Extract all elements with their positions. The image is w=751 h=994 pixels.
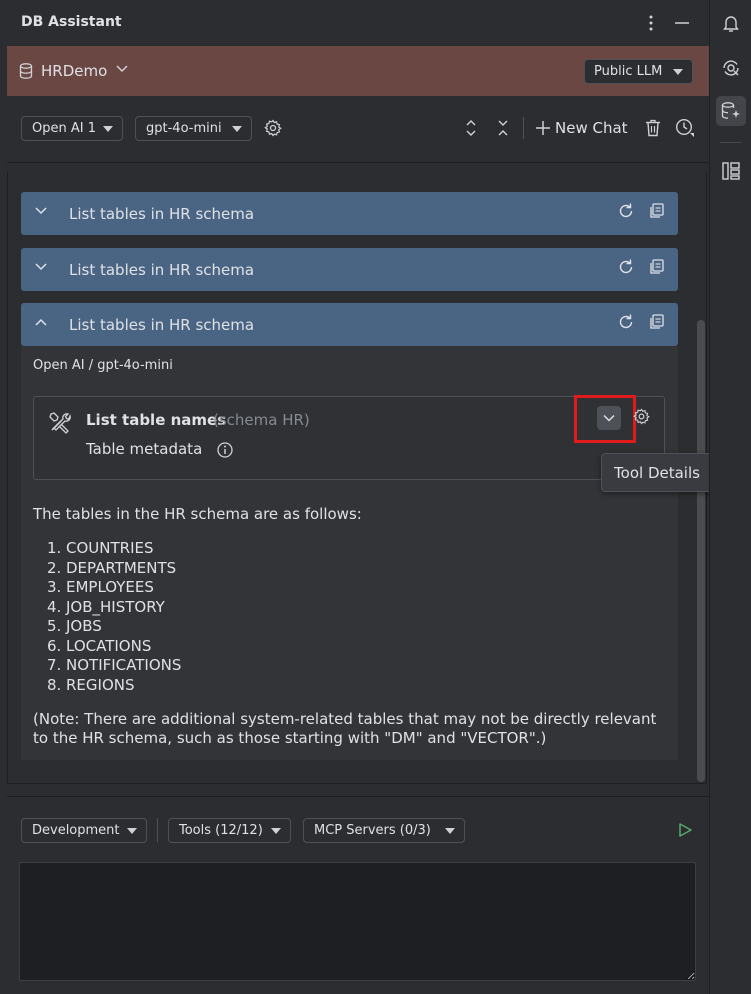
list-item: 2. DEPARTMENTS [47,558,177,577]
chat-input[interactable] [19,862,696,981]
structure-icon[interactable] [716,156,746,186]
new-chat-label: New Chat [555,119,628,137]
table-list: 1. COUNTRIES 2. DEPARTMENTS 3. EMPLOYEES 4.… [47,539,181,695]
collapse-all-icon[interactable] [493,118,513,138]
llm-mode-label: Public LLM [594,64,663,79]
prompt-label: List tables in HR schema [69,261,255,279]
table-name: JOBS [66,617,102,635]
input-toolbar: Development Tools (12/12) MCP Servers (0… [0,796,709,862]
model-dropdown[interactable]: gpt-4o-mini [135,116,252,141]
chat-toolbar: Open AI 1 gpt-4o-mini New Chat [0,96,709,162]
tool-name: List table names [86,411,227,429]
response-model-line: Open AI / gpt-4o-mini [33,358,173,373]
profile-dropdown[interactable]: Development [21,818,147,843]
table-name: LOCATIONS [66,636,152,655]
dropdown-arrow-icon [103,126,113,132]
tool-call-box [33,396,665,480]
panel-title: DB Assistant [21,14,122,30]
toolbar-bottom-divider [7,162,709,163]
list-item: 6. LOCATIONS [47,636,152,655]
ai-assistant-swirl-icon[interactable] [716,53,746,83]
list-item: 8. REGIONS [47,675,135,694]
expand-all-icon[interactable] [461,118,481,138]
table-name: COUNTRIES [66,539,154,557]
copy-icon[interactable] [648,258,666,276]
model-label: gpt-4o-mini [146,121,222,136]
list-item: 7. NOTIFICATIONS [47,656,182,674]
notifications-bell-icon[interactable] [716,8,746,38]
refresh-icon[interactable] [617,313,635,331]
provider-dropdown[interactable]: Open AI 1 [21,116,123,141]
dropdown-arrow-icon [127,828,137,834]
refresh-icon[interactable] [617,258,635,276]
copy-icon[interactable] [648,313,666,331]
response-note: (Note: There are additional system-relat… [33,710,657,747]
dropdown-arrow-icon [673,69,683,75]
db-assistant-panel: DB Assistant HRDemo Public LLM Open AI 1… [0,0,713,994]
highlight-box [574,395,636,443]
mcp-servers-label: MCP Servers (0/3) [314,823,431,838]
tools-dropdown[interactable]: Tools (12/12) [168,818,291,843]
copy-icon[interactable] [648,202,666,220]
more-options-icon[interactable] [642,13,660,33]
prompt-accordion-2[interactable]: List tables in HR schema [21,248,678,291]
connection-bar: HRDemo Public LLM [7,46,709,96]
tool-details-tooltip: Tool Details [601,453,713,492]
prompt-label: List tables in HR schema [69,205,255,223]
tool-settings-gear-icon[interactable] [633,408,650,425]
run-play-icon[interactable] [675,820,695,840]
prompt-label: List tables in HR schema [69,316,255,334]
strip-divider [720,142,742,143]
mcp-servers-dropdown[interactable]: MCP Servers (0/3) [303,818,465,843]
history-clock-icon[interactable] [675,118,695,138]
tools-label: Tools (12/12) [179,823,263,838]
refresh-icon[interactable] [617,202,635,220]
toolbar-divider [523,117,524,139]
chevron-down-icon[interactable] [115,64,129,74]
info-icon[interactable] [216,441,234,459]
table-name: REGIONS [66,675,135,694]
database-icon [19,63,33,79]
minimize-icon[interactable] [673,13,691,33]
plus-icon [536,121,550,135]
table-name: DEPARTMENTS [66,558,177,577]
dropdown-arrow-icon [445,828,455,834]
new-chat-button[interactable]: New Chat [536,116,628,140]
provider-label: Open AI 1 [32,121,96,136]
response-intro: The tables in the HR schema are as follo… [33,505,362,523]
table-name: EMPLOYEES [66,578,154,596]
prompt-accordion-3[interactable]: List tables in HR schema [21,303,678,346]
table-name: NOTIFICATIONS [66,656,182,674]
tools-icon [48,410,74,436]
bottom-toolbar-divider [157,818,158,842]
tool-result-label: Table metadata [86,440,203,458]
prompt-accordion-1[interactable]: List tables in HR schema [21,192,678,235]
title-bar: DB Assistant [0,0,709,46]
chat-scrollbar[interactable] [697,320,705,782]
tool-schema: (schema HR) [213,411,310,429]
list-item: 3. EMPLOYEES [47,578,154,596]
chevron-down-icon[interactable] [34,262,48,272]
llm-mode-dropdown[interactable]: Public LLM [584,59,693,84]
connection-selector[interactable]: HRDemo [41,62,107,80]
chevron-down-icon[interactable] [34,206,48,216]
list-item: 1. COUNTRIES [47,539,154,557]
chevron-up-icon[interactable] [34,317,48,327]
dropdown-arrow-icon [271,828,281,834]
profile-label: Development [32,823,120,838]
table-name: JOB_HISTORY [66,597,165,616]
list-item: 5. JOBS [47,617,102,635]
db-assistant-icon[interactable] [716,96,746,126]
model-settings-gear-icon[interactable] [263,118,283,138]
dropdown-arrow-icon [232,126,242,132]
trash-icon[interactable] [643,118,663,138]
right-tool-strip [709,0,751,994]
list-item: 4. JOB_HISTORY [47,597,165,616]
